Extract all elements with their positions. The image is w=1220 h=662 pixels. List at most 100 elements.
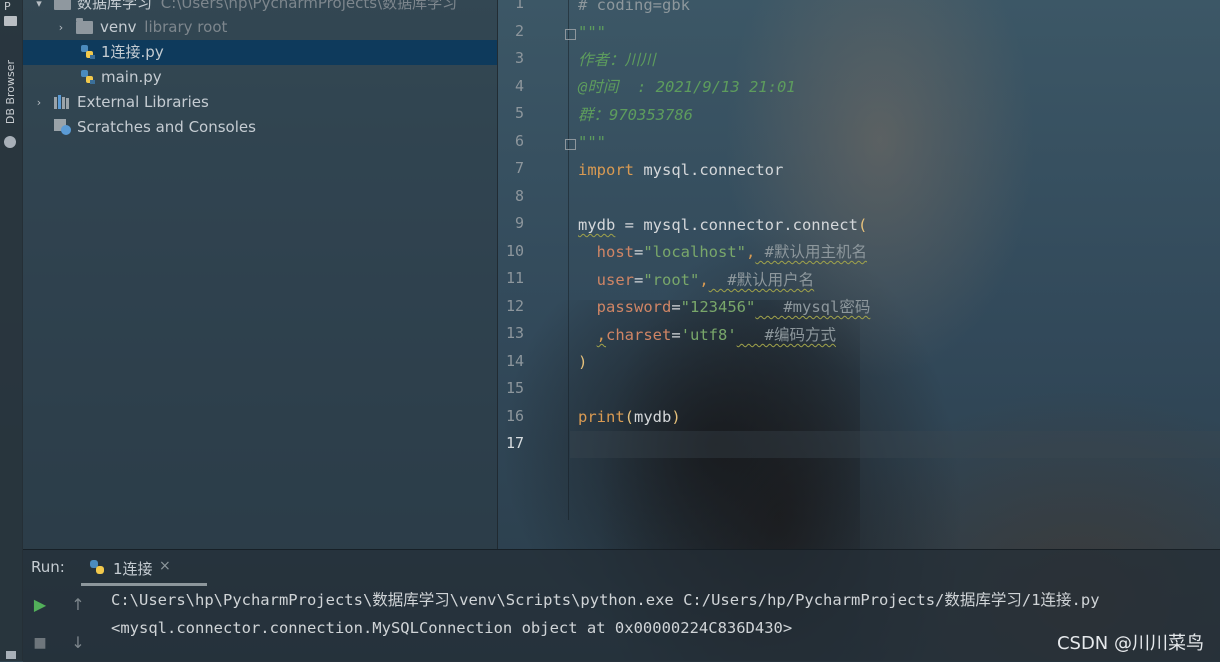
chevron-right-icon[interactable]: › <box>55 15 67 40</box>
tree-item-label: main.py <box>101 68 162 86</box>
comma-token: , <box>596 326 607 344</box>
db-browser-tab[interactable]: DB Browser <box>4 60 17 124</box>
line-number-current: 17 <box>505 434 524 452</box>
console-line: <mysql.connector.connection.MySQLConnect… <box>111 619 793 637</box>
tree-item-sub: library root <box>144 18 228 36</box>
tree-item-external-libraries[interactable]: › External Libraries <box>23 90 497 115</box>
tree-item-1lianjie[interactable]: 1连接.py <box>23 40 497 65</box>
string-token: 'utf8' <box>680 326 737 344</box>
code-token: mydb <box>634 408 672 426</box>
bottom-strip-icon[interactable] <box>6 651 16 659</box>
left-tool-strip: P DB Browser <box>0 0 23 661</box>
paren-token: ) <box>578 353 588 371</box>
run-tool-window: Run: 1连接 × ▶ ■ ↑ ↓ C:\Users\hp\PycharmPr… <box>23 549 1220 662</box>
string-token: "123456" <box>680 298 756 316</box>
code-line-7: import mysql.connector <box>578 157 783 184</box>
builtin-token: print <box>578 408 625 426</box>
current-line-highlight <box>570 431 1220 458</box>
code-token: mysql.connector <box>634 161 784 179</box>
line-number: 7 <box>514 159 524 177</box>
stop-icon[interactable]: ■ <box>31 634 49 652</box>
play-icon[interactable]: ▶ <box>31 596 49 614</box>
project-folder-icon[interactable] <box>4 16 17 26</box>
param-token: charset <box>606 326 672 344</box>
folder-icon <box>54 0 71 10</box>
docstring-token: """ <box>578 23 606 41</box>
code-line-10: host="localhost", #默认用主机名 <box>578 239 867 266</box>
arrow-up-icon[interactable]: ↑ <box>69 596 87 614</box>
console-output[interactable]: C:\Users\hp\PycharmProjects\数据库学习\venv\S… <box>111 586 1100 642</box>
param-token: password <box>596 298 672 316</box>
line-number: 3 <box>514 49 524 67</box>
tree-item-venv[interactable]: › venv library root <box>23 15 497 40</box>
folder-icon <box>76 18 93 34</box>
run-tab-label: 1连接 <box>113 560 153 578</box>
line-number: 16 <box>505 407 524 425</box>
chevron-down-icon[interactable]: ▾ <box>33 0 45 16</box>
line-number: 14 <box>505 352 524 370</box>
close-icon[interactable]: × <box>159 558 171 574</box>
code-token: = <box>671 326 681 344</box>
tree-item-label: venv <box>100 18 137 36</box>
string-token: "localhost" <box>643 243 746 261</box>
root-folder-name: 数据库学习 <box>77 0 153 12</box>
paren-token: ( <box>624 408 635 426</box>
console-line: C:\Users\hp\PycharmProjects\数据库学习\venv\S… <box>111 591 1100 609</box>
docstring-token: """ <box>578 133 606 151</box>
line-number: 11 <box>505 269 524 287</box>
comment-token: #编码方式 <box>736 326 837 344</box>
code-line-9: mydb = mysql.connector.connect( <box>578 212 867 239</box>
scratches-icon <box>54 119 71 135</box>
tree-item-label: External Libraries <box>77 93 209 111</box>
tree-item-main[interactable]: main.py <box>23 65 497 90</box>
line-number: 15 <box>505 379 524 397</box>
line-number: 13 <box>505 324 524 342</box>
line-number: 10 <box>505 242 524 260</box>
code-line-4: @时间 : 2021/9/13 21:01 <box>578 74 796 101</box>
paren-token: ( <box>857 216 868 234</box>
line-number: 5 <box>514 104 524 122</box>
code-token: = <box>634 271 644 289</box>
tree-item-scratches[interactable]: Scratches and Consoles <box>23 115 497 140</box>
code-line-1: # coding=gbk <box>578 0 690 19</box>
tree-item-label: Scratches and Consoles <box>77 118 256 136</box>
arrow-down-icon[interactable]: ↓ <box>69 634 87 652</box>
chevron-right-icon[interactable]: › <box>33 90 45 115</box>
code-line-16: print(mydb) <box>578 404 681 431</box>
comment-token: #mysql密码 <box>755 298 871 316</box>
run-toolbar-secondary: ↑ ↓ <box>61 584 93 662</box>
docstring-token: @时间 : 2021/9/13 21:01 <box>578 78 796 96</box>
line-number: 9 <box>514 214 524 232</box>
python-file-icon <box>81 45 95 59</box>
param-token: host <box>596 243 634 261</box>
gutter-divider <box>568 0 569 520</box>
db-browser-icon[interactable] <box>4 136 16 148</box>
project-tool-label[interactable]: P <box>4 0 11 13</box>
tree-root-row[interactable]: ▾ 数据库学习 C:\Users\hp\PycharmProjects\数据库学… <box>23 0 497 16</box>
keyword-token: import <box>578 161 634 179</box>
comment-token: #默认用主机名 <box>755 243 868 261</box>
param-token: user <box>596 271 634 289</box>
docstring-token: 群：970353786 <box>578 106 693 124</box>
libraries-icon <box>54 95 69 109</box>
line-number: 6 <box>514 132 524 150</box>
tree-item-label: 1连接.py <box>101 43 164 61</box>
code-editor[interactable]: 1 2 3 4 5 6 7 8 9 10 11 12 13 14 15 16 1… <box>497 0 1220 520</box>
line-number: 12 <box>505 297 524 315</box>
code-line-14: ) <box>578 349 587 376</box>
fold-marker-icon[interactable] <box>565 139 576 150</box>
watermark: CSDN @川川菜鸟 <box>1056 633 1204 654</box>
comma-token: , <box>746 243 756 261</box>
fold-marker-icon[interactable] <box>565 29 576 40</box>
run-toolbar: ▶ ■ <box>23 584 55 662</box>
code-line-11: user="root", #默认用户名 <box>578 267 815 294</box>
docstring-token: 作者：川川 <box>578 51 656 69</box>
root-folder-path: C:\Users\hp\PycharmProjects\数据库学习 <box>160 0 458 12</box>
line-number: 1 <box>514 0 524 12</box>
string-token: "root" <box>643 271 700 289</box>
run-tab[interactable]: 1连接 × <box>81 550 207 586</box>
comment-token: #默认用户名 <box>708 271 815 289</box>
code-line-13: ,charset='utf8' #编码方式 <box>578 322 836 349</box>
code-line-6: """ <box>578 129 606 156</box>
code-line-5: 群：970353786 <box>578 102 693 129</box>
